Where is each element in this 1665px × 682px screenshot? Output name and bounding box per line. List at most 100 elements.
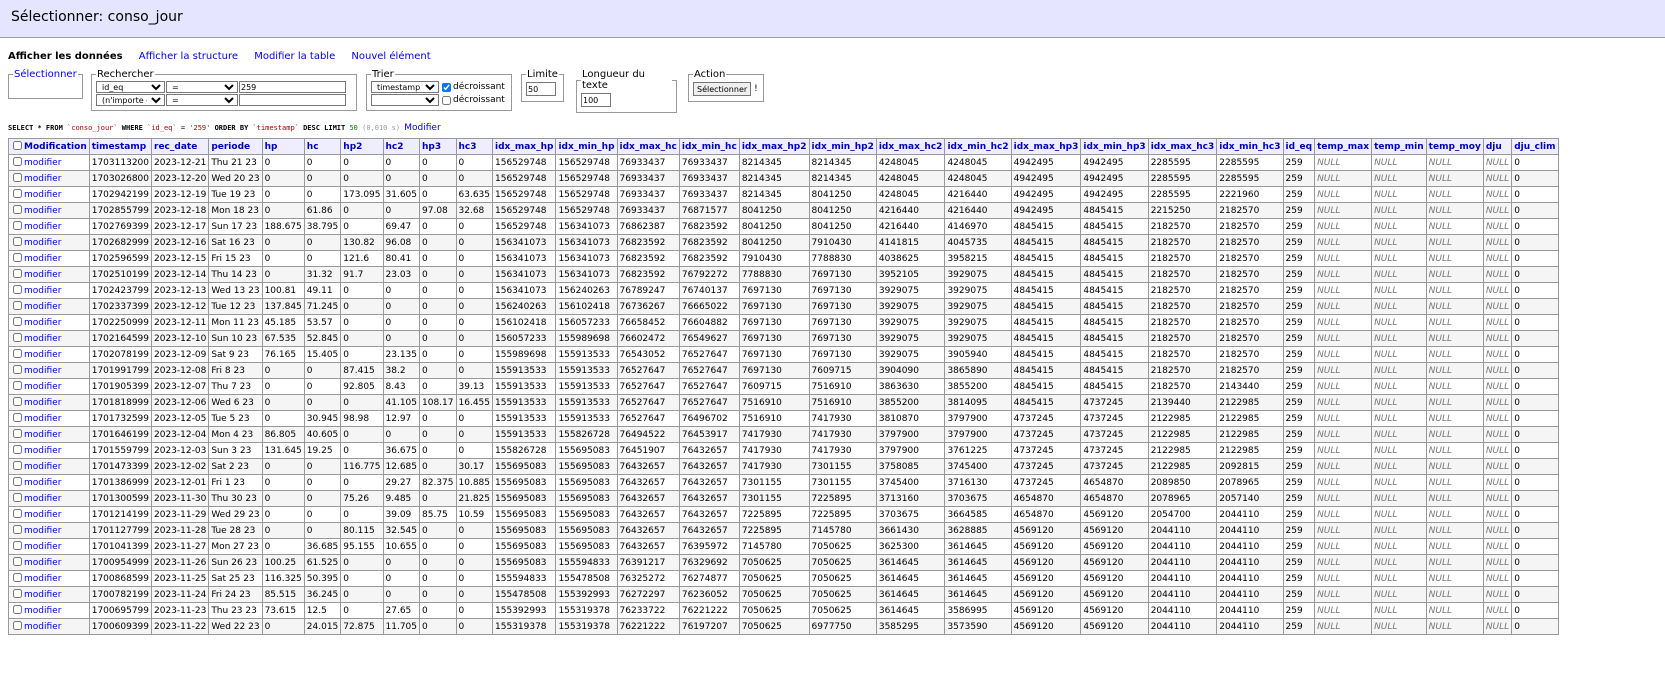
cell-periode[interactable]: Tue 5 23 <box>208 410 263 427</box>
cell-idx-max-hc3[interactable]: 2139440 <box>1147 394 1218 411</box>
cell-temp-max[interactable]: NULL <box>1314 362 1373 379</box>
cell-temp-moy[interactable]: NULL <box>1425 330 1484 347</box>
row-checkbox[interactable] <box>13 573 22 582</box>
cell-hc2[interactable]: 27.65 <box>382 602 420 619</box>
cell-idx-max-hp2[interactable]: 7697130 <box>738 330 810 347</box>
cell-idx-max-hc2[interactable]: 4248045 <box>875 186 946 203</box>
column-header-idx-max-hp[interactable]: idx_max_hp <box>491 138 557 155</box>
cell-idx-max-hc[interactable]: 76789247 <box>616 282 680 299</box>
cell-idx-max-hc2[interactable]: 3758085 <box>875 458 946 475</box>
cell-idx-min-hp3[interactable]: 4569120 <box>1080 618 1149 635</box>
nav-show-structure[interactable]: Afficher la structure <box>139 51 238 62</box>
cell-hc2[interactable]: 10.655 <box>382 538 420 555</box>
cell-dju-clim[interactable]: 0 <box>1511 250 1559 267</box>
cell-idx-min-hp[interactable]: 155826728 <box>555 426 618 443</box>
cell-hc3[interactable]: 10.885 <box>455 474 493 491</box>
cell-idx-min-hp3[interactable]: 4569120 <box>1080 554 1149 571</box>
cell-idx-max-hp3[interactable]: 4845415 <box>1010 394 1082 411</box>
row-edit-link[interactable]: modifier <box>24 222 61 232</box>
cell-rec-date[interactable]: 2023-11-23 <box>150 602 210 619</box>
cell-idx-min-hp[interactable]: 155913533 <box>555 346 618 363</box>
row-edit-link[interactable]: modifier <box>24 158 61 168</box>
cell-idx-max-hc3[interactable]: 2054700 <box>1147 506 1218 523</box>
cell-timestamp[interactable]: 1700782199 <box>88 586 153 603</box>
cell-temp-min[interactable]: NULL <box>1371 442 1427 459</box>
cell-idx-max-hp3[interactable]: 4737245 <box>1010 426 1082 443</box>
cell-idx-min-hp2[interactable]: 7697130 <box>808 346 877 363</box>
cell-idx-min-hp[interactable]: 156057233 <box>555 314 618 331</box>
cell-idx-max-hc2[interactable]: 3855200 <box>875 394 946 411</box>
cell-idx-max-hp3[interactable]: 4654870 <box>1010 490 1082 507</box>
cell-hc3[interactable]: 0 <box>455 234 493 251</box>
row-edit-link[interactable]: modifier <box>24 238 61 248</box>
cell-dju-clim[interactable]: 0 <box>1511 554 1559 571</box>
cell-idx-max-hp2[interactable]: 7050625 <box>738 554 810 571</box>
cell-idx-max-hp2[interactable]: 7417930 <box>738 458 810 475</box>
row-checkbox[interactable] <box>13 429 22 438</box>
cell-temp-max[interactable]: NULL <box>1314 154 1373 171</box>
cell-idx-min-hp[interactable]: 155695083 <box>555 490 618 507</box>
cell-idx-max-hp2[interactable]: 7225895 <box>738 506 810 523</box>
row-checkbox[interactable] <box>13 285 22 294</box>
cell-idx-max-hc2[interactable]: 4248045 <box>875 170 946 187</box>
cell-hc3[interactable]: 0 <box>455 362 493 379</box>
cell-idx-min-hp[interactable]: 155989698 <box>555 330 618 347</box>
cell-idx-min-hc3[interactable]: 2182570 <box>1216 282 1284 299</box>
cell-hc2[interactable]: 23.03 <box>382 266 420 283</box>
cell-hp3[interactable]: 0 <box>419 330 457 347</box>
cell-idx-min-hc3[interactable]: 2044110 <box>1216 538 1284 555</box>
cell-dju-clim[interactable]: 0 <box>1511 474 1559 491</box>
cell-idx-min-hp2[interactable]: 7050625 <box>808 570 877 587</box>
cell-hc3[interactable]: 0 <box>455 250 493 267</box>
cell-idx-min-hp[interactable]: 155319378 <box>555 618 618 635</box>
cell-hc2[interactable]: 38.2 <box>382 362 420 379</box>
cell-hp[interactable]: 0 <box>261 458 305 475</box>
row-edit-link[interactable]: modifier <box>24 494 61 504</box>
cell-idx-max-hp[interactable]: 156057233 <box>491 330 557 347</box>
cell-idx-max-hp3[interactable]: 4942495 <box>1010 154 1082 171</box>
cell-idx-max-hc[interactable]: 76527647 <box>616 378 680 395</box>
cell-rec-date[interactable]: 2023-12-21 <box>150 154 210 171</box>
cell-idx-max-hp3[interactable]: 4845415 <box>1010 378 1082 395</box>
row-edit-link[interactable]: modifier <box>24 366 61 376</box>
cell-id-eq[interactable]: 259 <box>1282 330 1316 347</box>
cell-temp-max[interactable]: NULL <box>1314 458 1373 475</box>
cell-idx-min-hc[interactable]: 76274877 <box>678 570 740 587</box>
cell-hc2[interactable]: 12.97 <box>382 410 420 427</box>
cell-periode[interactable]: Thu 23 23 <box>208 602 263 619</box>
cell-hc3[interactable]: 0 <box>455 410 493 427</box>
cell-idx-min-hp3[interactable]: 4845415 <box>1080 202 1149 219</box>
cell-dju[interactable]: NULL <box>1482 538 1513 555</box>
cell-hp2[interactable]: 0 <box>340 314 384 331</box>
cell-idx-min-hp3[interactable]: 4845415 <box>1080 282 1149 299</box>
row-edit-link[interactable]: modifier <box>24 590 61 600</box>
cell-idx-max-hc3[interactable]: 2044110 <box>1147 570 1218 587</box>
cell-hp3[interactable]: 0 <box>419 362 457 379</box>
cell-id-eq[interactable]: 259 <box>1282 426 1316 443</box>
cell-idx-max-hc3[interactable]: 2182570 <box>1147 298 1218 315</box>
cell-idx-min-hc3[interactable]: 2044110 <box>1216 522 1284 539</box>
column-header-timestamp[interactable]: timestamp <box>88 138 153 155</box>
cell-rec-date[interactable]: 2023-11-25 <box>150 570 210 587</box>
search-column-select-1[interactable]: id_eq <box>96 81 165 93</box>
cell-idx-max-hc2[interactable]: 3797900 <box>875 426 946 443</box>
cell-hc2[interactable]: 0 <box>382 586 420 603</box>
cell-idx-max-hc2[interactable]: 4038625 <box>875 250 946 267</box>
cell-temp-moy[interactable]: NULL <box>1425 410 1484 427</box>
cell-idx-max-hc3[interactable]: 2182570 <box>1147 266 1218 283</box>
cell-periode[interactable]: Mon 27 23 <box>208 538 263 555</box>
row-checkbox[interactable] <box>13 477 22 486</box>
sort-column-select-1[interactable]: timestamp <box>371 81 439 93</box>
cell-periode[interactable]: Tue 19 23 <box>208 186 263 203</box>
cell-hc[interactable]: 0 <box>303 458 342 475</box>
cell-idx-max-hp3[interactable]: 4845415 <box>1010 234 1082 251</box>
cell-temp-moy[interactable]: NULL <box>1425 186 1484 203</box>
search-value-input-2[interactable] <box>239 94 346 106</box>
cell-id-eq[interactable]: 259 <box>1282 378 1316 395</box>
cell-temp-moy[interactable]: NULL <box>1425 362 1484 379</box>
cell-dju[interactable]: NULL <box>1482 186 1513 203</box>
cell-idx-min-hp2[interactable]: 7609715 <box>808 362 877 379</box>
cell-idx-max-hc2[interactable]: 3614645 <box>875 570 946 587</box>
cell-temp-min[interactable]: NULL <box>1371 186 1427 203</box>
cell-idx-min-hp3[interactable]: 4942495 <box>1080 170 1149 187</box>
